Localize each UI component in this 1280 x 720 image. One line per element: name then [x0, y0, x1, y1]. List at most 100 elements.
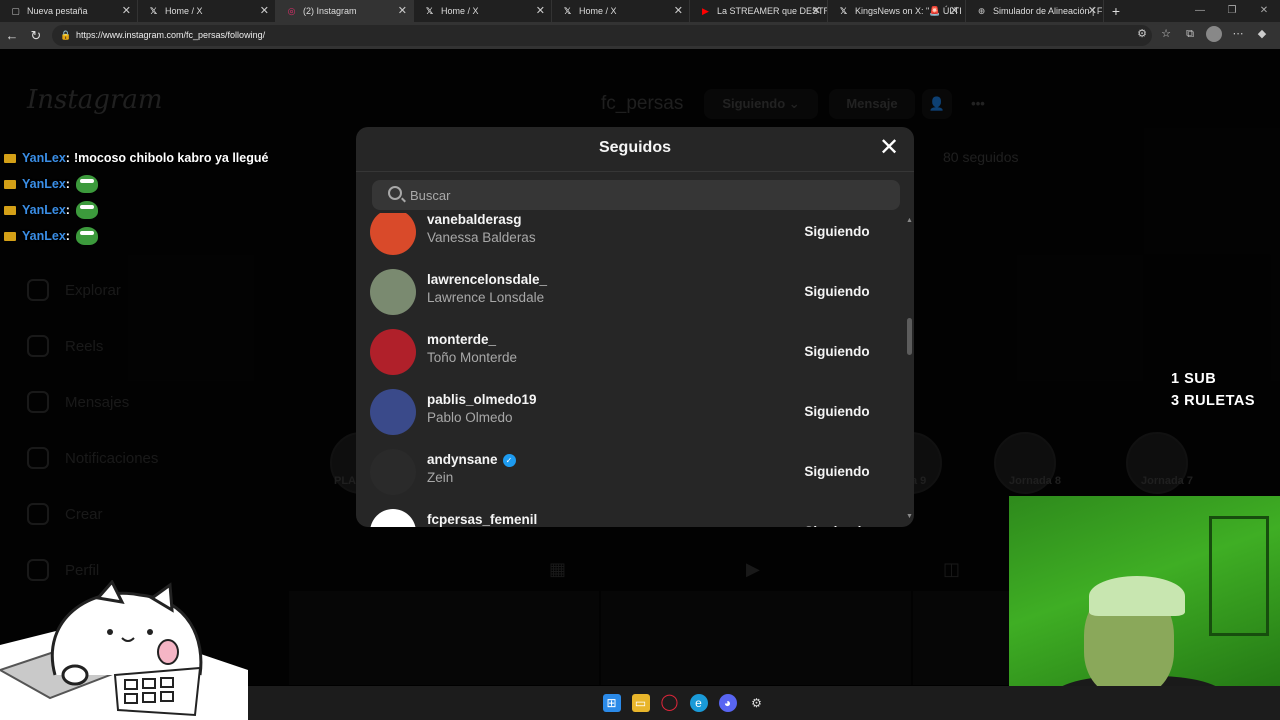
reload-icon[interactable]: ↻: [24, 28, 48, 44]
collections-icon[interactable]: ⧉: [1182, 26, 1198, 42]
username[interactable]: vanebalderasg: [427, 213, 522, 227]
windows-start-icon[interactable]: ⊞: [602, 694, 621, 712]
close-tab-icon[interactable]: ✕: [950, 4, 959, 17]
back-icon[interactable]: ←: [0, 28, 24, 43]
favorites-icon[interactable]: ☆: [1158, 26, 1174, 42]
chat-message: YanLex :: [4, 197, 268, 223]
browser-tab-title: Home / X: [165, 6, 203, 16]
modal-title: Seguidos: [598, 139, 671, 156]
following-button[interactable]: Siguiendo: [784, 515, 890, 527]
username[interactable]: lawrencelonsdale_: [427, 272, 547, 287]
url-field[interactable]: 🔒 https://www.instagram.com/fc_persas/fo…: [52, 25, 1152, 46]
avatar[interactable]: [370, 269, 416, 315]
close-tab-icon[interactable]: ✕: [674, 4, 683, 17]
close-tab-icon[interactable]: ✕: [536, 4, 545, 17]
verified-badge-icon: ✓: [502, 454, 516, 467]
profile-avatar-icon[interactable]: [1206, 26, 1222, 42]
close-tab-icon[interactable]: ✕: [398, 4, 407, 17]
full-name: Lawrence Lonsdale: [427, 290, 545, 305]
following-button[interactable]: Siguiendo: [784, 455, 890, 487]
following-button[interactable]: Siguiendo: [784, 335, 890, 367]
username[interactable]: monterde_: [427, 332, 496, 347]
file-explorer-icon[interactable]: ▭: [631, 694, 650, 712]
close-window-icon[interactable]: ✕: [1248, 0, 1280, 22]
new-tab-button[interactable]: +: [1104, 3, 1128, 19]
username-text: andynsane: [427, 452, 498, 467]
x-icon: 𝕏: [563, 5, 572, 16]
youtube-icon: ▶: [702, 5, 709, 16]
username[interactable]: andynsane ✓: [427, 452, 516, 467]
stream-promo: 1 SUB 3 RULETAS: [1171, 368, 1255, 412]
avatar[interactable]: [370, 389, 416, 435]
avatar[interactable]: [370, 509, 416, 527]
chat-username: YanLex: [22, 229, 66, 243]
user-row[interactable]: lawrencelonsdale_ Lawrence Lonsdale Siguie…: [356, 262, 896, 322]
user-row[interactable]: fcpersas_femenil Siguiendo: [356, 502, 896, 527]
chat-message: YanLex : !mocoso chibolo kabro ya llegué: [4, 145, 268, 171]
full-name: Pablo Olmedo: [427, 410, 513, 425]
browser-tab[interactable]: ▢ Nueva pestaña ✕: [0, 0, 138, 22]
user-row[interactable]: vanebalderasg Vanessa Balderas Siguiendo: [356, 213, 896, 262]
stream-chat: YanLex : !mocoso chibolo kabro ya llegué Y…: [4, 145, 268, 249]
browser-tab[interactable]: 𝕏 Home / X ✕: [138, 0, 276, 22]
scrollbar-thumb[interactable]: [907, 318, 912, 355]
browser-tab[interactable]: 𝕏 KingsNews on X: "🚨 ÚLTI ✕: [828, 0, 966, 22]
chat-username: YanLex: [22, 177, 66, 191]
following-button[interactable]: Siguiendo: [784, 395, 890, 427]
username[interactable]: pablis_olmedo19: [427, 392, 537, 407]
divider: [356, 171, 914, 172]
user-row[interactable]: pablis_olmedo19 Pablo Olmedo Siguiendo: [356, 382, 896, 442]
scrollbar[interactable]: ▲ ▼: [905, 213, 913, 527]
avatar[interactable]: [370, 213, 416, 255]
pepe-emote-icon: [75, 201, 98, 219]
chat-separator: :: [65, 229, 70, 243]
copilot-icon[interactable]: ◆: [1254, 26, 1270, 42]
opera-icon[interactable]: ◯: [661, 694, 679, 712]
browser-tab-bar: ▢ Nueva pestaña ✕ 𝕏 Home / X ✕ ◎ (2) Instagram ✕…: [0, 0, 1280, 22]
close-tab-icon[interactable]: ✕: [1088, 4, 1097, 17]
scroll-up-icon[interactable]: ▲: [906, 217, 913, 224]
close-icon[interactable]: ✕: [878, 136, 900, 160]
close-tab-icon[interactable]: ✕: [260, 4, 269, 17]
user-row[interactable]: monterde_ Toño Monterde Siguiendo: [356, 322, 896, 382]
close-tab-icon[interactable]: ✕: [812, 4, 821, 17]
minimize-icon[interactable]: —: [1184, 0, 1216, 22]
username-text: lawrencelonsdale_: [427, 272, 548, 287]
edge-icon[interactable]: e: [689, 694, 708, 712]
browser-tab[interactable]: 𝕏 Home / X ✕: [414, 0, 552, 22]
discord-icon[interactable]: ◕: [718, 694, 737, 712]
settings-icon[interactable]: ⚙: [748, 694, 766, 712]
chat-message: YanLex :: [4, 223, 268, 249]
restore-icon[interactable]: ❐: [1216, 0, 1248, 22]
crown-icon: [4, 205, 16, 215]
site-info-icon[interactable]: 🔒: [60, 25, 71, 46]
scroll-down-icon[interactable]: ▼: [906, 513, 913, 520]
avatar[interactable]: [370, 449, 416, 495]
following-button[interactable]: Siguiendo: [784, 215, 890, 247]
following-modal: Seguidos ✕ vanebalderasg Vanessa Balderas…: [356, 127, 914, 527]
close-tab-icon[interactable]: ✕: [122, 4, 131, 17]
browser-tab[interactable]: ◎ (2) Instagram ✕: [276, 0, 414, 22]
more-icon[interactable]: ⋯: [1230, 26, 1246, 42]
username-text: monterde_: [427, 332, 497, 347]
bongo-cat-overlay: [0, 579, 248, 720]
search-input[interactable]: [410, 180, 880, 210]
chat-message: YanLex :: [4, 171, 268, 197]
username-text: fcpersas_femenil: [427, 512, 538, 527]
chat-separator: :: [65, 203, 70, 217]
user-row[interactable]: andynsane ✓ Zein Siguiendo: [356, 442, 896, 502]
browser-tab[interactable]: ⊕ Simulador de Alineación | F ✕: [966, 0, 1104, 22]
browser-tab[interactable]: ▶ La STREAMER que DESTRU ✕: [690, 0, 828, 22]
x-icon: 𝕏: [425, 5, 434, 16]
username[interactable]: fcpersas_femenil: [427, 512, 537, 527]
browser-tab[interactable]: 𝕏 Home / X ✕: [552, 0, 690, 22]
browser-tab-title: Nueva pestaña: [27, 6, 88, 16]
pepe-emote-icon: [75, 227, 98, 245]
following-button[interactable]: Siguiendo: [784, 275, 890, 307]
address-bar: ← ↻ 🔒 https://www.instagram.com/fc_persa…: [0, 22, 1280, 49]
avatar[interactable]: [370, 329, 416, 375]
chat-text: !mocoso chibolo kabro ya llegué: [73, 151, 269, 165]
crown-icon: [4, 179, 16, 189]
browser-tab-title: KingsNews on X: "🚨 ÚLTI: [855, 5, 962, 16]
extensions-icon[interactable]: ⚙: [1134, 26, 1150, 42]
